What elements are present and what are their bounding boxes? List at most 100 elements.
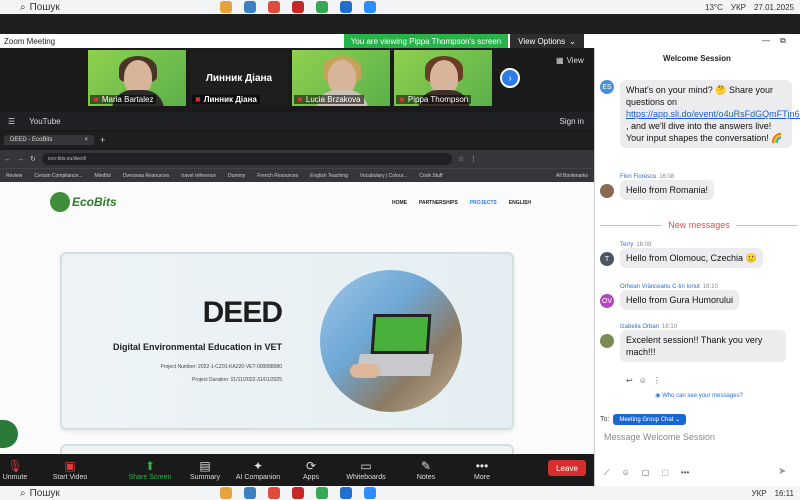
site-nav: HOME PARTNERSHIPS PROJECTS ENGLISH bbox=[392, 200, 531, 206]
hand bbox=[350, 364, 380, 378]
leave-button[interactable]: Leave bbox=[548, 460, 586, 476]
minimize-icon[interactable]: — bbox=[762, 36, 770, 46]
chat-input[interactable]: Message Welcome Session bbox=[604, 432, 794, 442]
message-text: What's on your mind? 🤔 Share your questi… bbox=[626, 85, 773, 107]
bookmark-item[interactable]: Mindful bbox=[94, 173, 110, 179]
app-icon[interactable] bbox=[268, 1, 280, 13]
start-video-button[interactable]: ▣ Start Video bbox=[30, 460, 110, 481]
edge-icon[interactable] bbox=[244, 1, 256, 13]
mic-muted-icon: 🎙 bbox=[7, 458, 23, 473]
toolbar-label: Share Screen bbox=[128, 473, 172, 481]
summary-button[interactable]: ▤ Summary bbox=[190, 460, 220, 481]
chrome-icon[interactable] bbox=[316, 1, 328, 13]
emoji-icon[interactable]: ☺ bbox=[622, 468, 630, 478]
format-icon[interactable]: ⟋ bbox=[604, 468, 610, 478]
popout-icon[interactable]: ⧉ bbox=[780, 36, 786, 46]
nav-partnerships[interactable]: PARTNERSHIPS bbox=[419, 200, 458, 206]
file-explorer-icon[interactable] bbox=[220, 1, 232, 13]
browser-tab[interactable]: DEED - EcoBits × bbox=[4, 135, 94, 145]
search-placeholder: Пошук bbox=[29, 487, 60, 499]
share-screen-button[interactable]: ⬆ Share Screen bbox=[110, 460, 190, 481]
slido-link[interactable]: https://app.sli.do/event/o4uRsFdGQmFTjn6… bbox=[626, 109, 800, 119]
taskbar-bottom: ⌕ Пошук УКР 16:11 bbox=[0, 486, 800, 500]
bookmark-item[interactable]: travel reference bbox=[181, 173, 216, 179]
project-number: Project Number: 2022-1-CZ01-KA220-VET-00… bbox=[160, 364, 282, 370]
file-explorer-icon[interactable] bbox=[220, 487, 232, 499]
youtube-label[interactable]: YouTube bbox=[29, 117, 60, 126]
hero-laptop-image bbox=[320, 270, 462, 412]
language-indicator[interactable]: УКР bbox=[731, 3, 746, 12]
bookmark-item[interactable]: Overseas Resources bbox=[123, 173, 170, 179]
recipient-select[interactable]: Meeting Group Chat ⌄ bbox=[613, 414, 687, 425]
zoom-icon[interactable] bbox=[364, 487, 376, 499]
close-icon[interactable]: × bbox=[84, 137, 88, 143]
site-logo[interactable]: EcoBits bbox=[50, 192, 117, 212]
toolbar-label: Apps bbox=[303, 473, 319, 481]
next-card bbox=[60, 444, 514, 454]
participant-tile[interactable]: Линник Діана ✖ Линник Діана bbox=[190, 50, 288, 106]
star-icon[interactable]: ☆ bbox=[458, 155, 464, 163]
acrobat-icon[interactable] bbox=[292, 1, 304, 13]
avatar: ES bbox=[600, 80, 614, 94]
window-title: Zoom Meeting bbox=[4, 36, 56, 46]
clock-time[interactable]: 16:11 bbox=[775, 489, 794, 498]
screenshot-icon[interactable]: ⬚ bbox=[661, 468, 669, 478]
taskbar-search[interactable]: ⌕ Пошук bbox=[20, 0, 180, 14]
new-tab-icon[interactable]: + bbox=[100, 135, 105, 145]
reply-icon[interactable]: ↩ bbox=[626, 376, 633, 385]
reload-icon[interactable]: ↻ bbox=[30, 155, 36, 163]
all-bookmarks[interactable]: All Bookmarks bbox=[556, 173, 588, 179]
app-icon[interactable] bbox=[268, 487, 280, 499]
taskbar-search[interactable]: ⌕ Пошук bbox=[20, 486, 180, 500]
nav-projects[interactable]: PROJECTS bbox=[470, 200, 497, 206]
bookmark-item[interactable]: English Teaching bbox=[310, 173, 348, 179]
notes-button[interactable]: ✎ Notes bbox=[406, 460, 446, 481]
participant-tile[interactable]: ✖ Maria Bartalez bbox=[88, 50, 186, 106]
edge-icon[interactable] bbox=[244, 487, 256, 499]
sign-in-button[interactable]: Sign in bbox=[560, 117, 584, 126]
address-text: eco-bits.eu/deed/ bbox=[47, 156, 87, 162]
unmute-button[interactable]: 🎙 Unmute bbox=[0, 460, 30, 481]
zoom-icon[interactable] bbox=[364, 1, 376, 13]
who-can-see-link[interactable]: ◉ Who can see your messages? bbox=[600, 392, 798, 399]
chrome-icon[interactable] bbox=[316, 487, 328, 499]
clock-date[interactable]: 27.01.2025 bbox=[754, 3, 794, 12]
whiteboards-button[interactable]: ▭ Whiteboards bbox=[326, 460, 406, 481]
emoji-icon[interactable]: ☺ bbox=[639, 376, 647, 385]
chat-header-icons: — ⧉ bbox=[762, 36, 786, 46]
weather-temp[interactable]: 13°C bbox=[705, 3, 723, 12]
bookmark-item[interactable]: Dummy bbox=[228, 173, 245, 179]
participant-tile[interactable]: ✖ Pippa Thompson bbox=[394, 50, 492, 106]
bookmark-item[interactable]: Cook Stuff bbox=[419, 173, 442, 179]
word-icon[interactable] bbox=[340, 1, 352, 13]
more-icon[interactable]: ⋮ bbox=[653, 376, 661, 385]
nav-home[interactable]: HOME bbox=[392, 200, 407, 206]
send-icon[interactable]: ➤ bbox=[778, 466, 786, 477]
ai-companion-button[interactable]: ✦ AI Companion bbox=[220, 460, 296, 481]
file-icon[interactable]: ▢ bbox=[642, 468, 650, 478]
project-duration: Project Duration: 01/11/2022-31/01/2025 bbox=[192, 377, 282, 383]
back-icon[interactable]: ← bbox=[4, 156, 11, 163]
gallery-next-button[interactable]: › bbox=[500, 68, 520, 88]
apps-button[interactable]: ⟳ Apps bbox=[296, 460, 326, 481]
nav-language[interactable]: ENGLISH bbox=[509, 200, 531, 206]
bookmark-item[interactable]: French Resources bbox=[257, 173, 298, 179]
bookmarks-bar: Review Certain Compliance... Mindful Ove… bbox=[0, 168, 594, 182]
word-icon[interactable] bbox=[340, 487, 352, 499]
forward-icon[interactable]: → bbox=[17, 156, 24, 163]
notes-icon: ✎ bbox=[420, 458, 432, 473]
participant-tile[interactable]: ✖ Lucia Brzakova bbox=[292, 50, 390, 106]
more-icon[interactable]: ••• bbox=[681, 468, 689, 478]
acrobat-icon[interactable] bbox=[292, 487, 304, 499]
bookmark-item[interactable]: Review bbox=[6, 173, 22, 179]
extensions-icon[interactable]: ⋮ bbox=[470, 155, 477, 163]
view-options-button[interactable]: View Options ⌄ bbox=[510, 34, 584, 48]
address-input[interactable]: eco-bits.eu/deed/ bbox=[41, 153, 452, 165]
bookmark-item[interactable]: Certain Compliance... bbox=[34, 173, 82, 179]
more-button[interactable]: ••• More bbox=[446, 460, 518, 481]
bookmark-item[interactable]: Vocabulary | Colour... bbox=[360, 173, 407, 179]
message-text: , and we'll dive into the answers live! … bbox=[626, 121, 783, 143]
menu-icon[interactable]: ☰ bbox=[8, 117, 15, 126]
language-indicator[interactable]: УКР bbox=[751, 489, 766, 498]
view-button[interactable]: ▦ View bbox=[556, 56, 584, 65]
